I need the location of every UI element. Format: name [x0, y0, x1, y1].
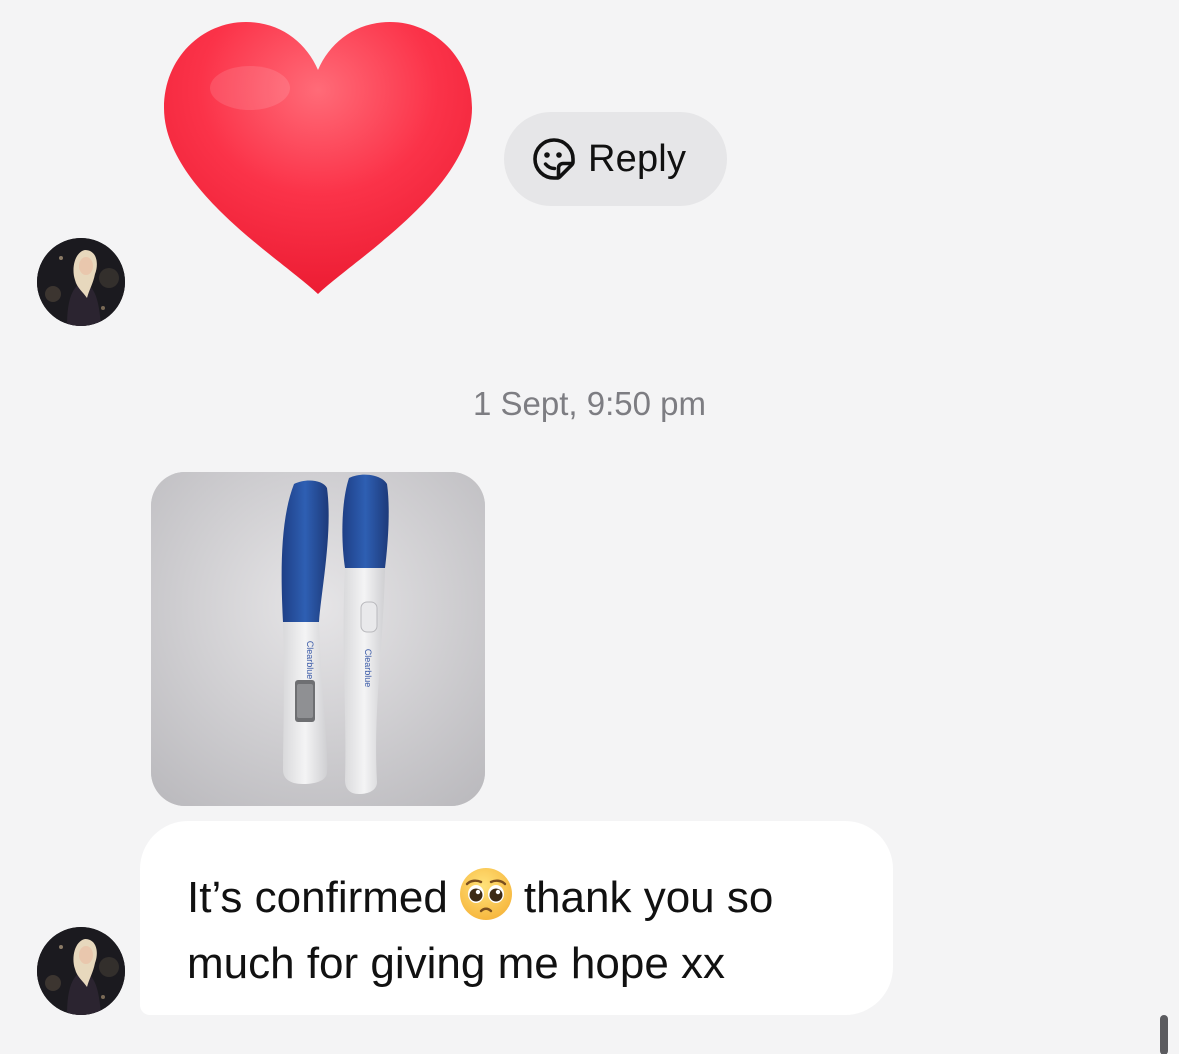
- reply-button[interactable]: Reply: [504, 112, 727, 206]
- message-line-2: much for giving me hope xx: [187, 939, 726, 988]
- message-bubble[interactable]: It’s confirmed thank you so much for giv…: [140, 821, 893, 1015]
- pleading-face-emoji-icon: [459, 868, 512, 920]
- photo-attachment[interactable]: Clearblue Clearblue: [151, 472, 485, 806]
- message-text: It’s confirmed: [187, 873, 448, 922]
- svg-text:Clearblue: Clearblue: [305, 641, 315, 680]
- pregnancy-tests-image: Clearblue Clearblue: [151, 472, 485, 806]
- svg-text:Clearblue: Clearblue: [363, 649, 373, 688]
- reply-button-label: Reply: [588, 137, 687, 180]
- message-timestamp: 1 Sept, 9:50 pm: [473, 385, 706, 422]
- heart-icon: [164, 22, 472, 294]
- avatar-photo: [37, 927, 125, 1015]
- scrollbar[interactable]: [1160, 1015, 1168, 1054]
- avatar[interactable]: [37, 238, 125, 326]
- avatar[interactable]: [37, 927, 125, 1015]
- chat-thread: Reply 1 Sept, 9:50 pm Clearblue Clearblu…: [0, 0, 1179, 1054]
- sticker-reply-icon: [533, 138, 575, 180]
- message-text: thank you so: [523, 873, 774, 922]
- avatar-photo: [37, 238, 125, 326]
- message-line-1: It’s confirmed thank you so: [187, 865, 863, 931]
